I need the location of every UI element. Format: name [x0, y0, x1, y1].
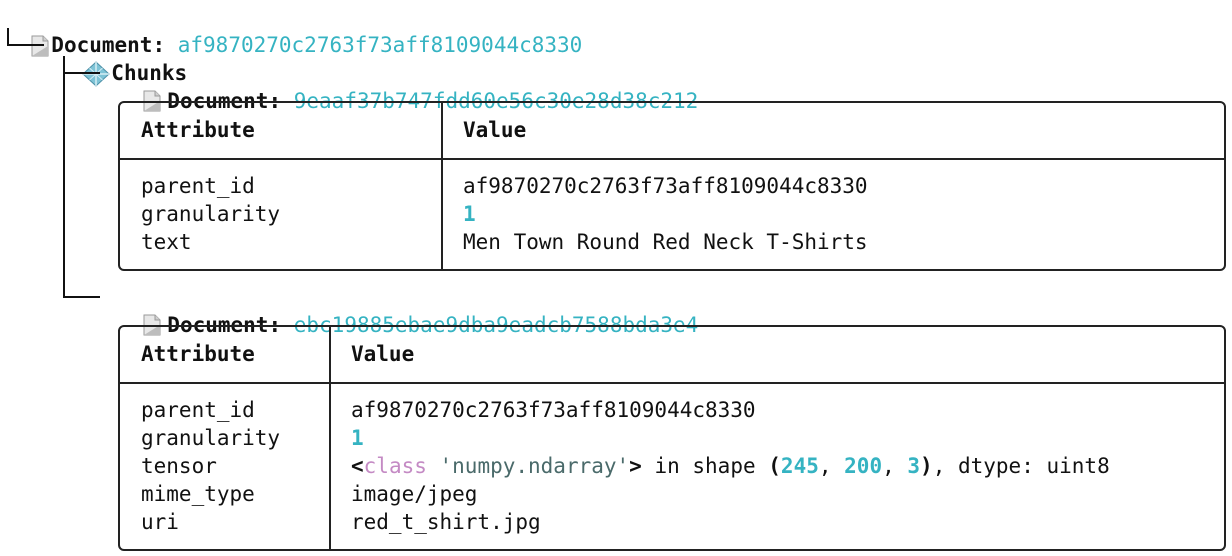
attribute-name: granularity: [141, 202, 281, 226]
tensor-lparen: (: [768, 454, 781, 478]
attribute-name: parent_id: [141, 174, 255, 198]
attribute-value: image/jpeg: [351, 482, 478, 506]
tree-line: [63, 56, 65, 297]
tree-line: [63, 296, 100, 298]
attribute-name: tensor: [141, 454, 217, 478]
tree-line: [7, 28, 9, 45]
tree-line: [7, 44, 44, 46]
tree-line: [63, 72, 100, 74]
attribute-value: af9870270c2763f73aff8109044c8330: [351, 398, 756, 422]
root-document-line: Document: af9870270c2763f73aff8109044c83…: [4, 3, 582, 57]
attribute-table: Attribute Value parent_id af9870270c2763…: [118, 325, 1226, 551]
attribute-name: parent_id: [141, 398, 255, 422]
tensor-comma: ,: [882, 454, 908, 478]
attribute-name: uri: [141, 510, 179, 534]
tensor-dim-2: 200: [844, 454, 883, 478]
attribute-name: granularity: [141, 426, 281, 450]
tensor-dim-1: 245: [780, 454, 819, 478]
attribute-value: red_t_shirt.jpg: [351, 510, 541, 534]
attribute-value-tensor: <class 'numpy.ndarray'> in shape (245, 2…: [351, 452, 1110, 480]
chunks-line: Chunks: [56, 31, 187, 87]
document-icon: [31, 35, 49, 57]
tensor-lt: <: [351, 454, 364, 478]
column-header-value: Value: [351, 342, 415, 366]
tensor-gt: >: [629, 454, 642, 478]
table-column-separator: [329, 327, 331, 549]
chunk-document-line: Document: 9eaaf37b747fdd60e56c30e28d38c2…: [112, 59, 698, 113]
tensor-comma: ,: [818, 454, 845, 478]
table-header: [120, 103, 1224, 160]
column-header-value: Value: [463, 118, 527, 142]
table-column-separator: [441, 103, 443, 269]
root-document-id: af9870270c2763f73aff8109044c8330: [177, 33, 583, 57]
table-header: [120, 327, 1224, 384]
tensor-dim-3: 3: [907, 454, 921, 478]
attribute-value: 1: [351, 426, 364, 450]
tensor-dtype: , dtype: uint8: [932, 454, 1110, 478]
column-header-attribute: Attribute: [141, 118, 255, 142]
attribute-table: Attribute Value parent_id af9870270c2763…: [118, 101, 1226, 271]
attribute-name: mime_type: [141, 482, 255, 506]
column-header-attribute: Attribute: [141, 342, 255, 366]
chunk-document-line: Document: ebc19885ebae9dba9eadcb7588bda3…: [112, 283, 698, 337]
chunks-diamond-icon: [82, 61, 111, 87]
tensor-rparen: ): [920, 454, 933, 478]
tensor-class-keyword: class: [363, 454, 427, 478]
attribute-value: Men Town Round Red Neck T-Shirts: [463, 230, 868, 254]
tensor-mid: in shape: [641, 454, 769, 478]
attribute-value: 1: [463, 202, 476, 226]
attribute-name: text: [141, 230, 192, 254]
tensor-class-string: 'numpy.ndarray': [426, 454, 630, 478]
attribute-value: af9870270c2763f73aff8109044c8330: [463, 174, 868, 198]
